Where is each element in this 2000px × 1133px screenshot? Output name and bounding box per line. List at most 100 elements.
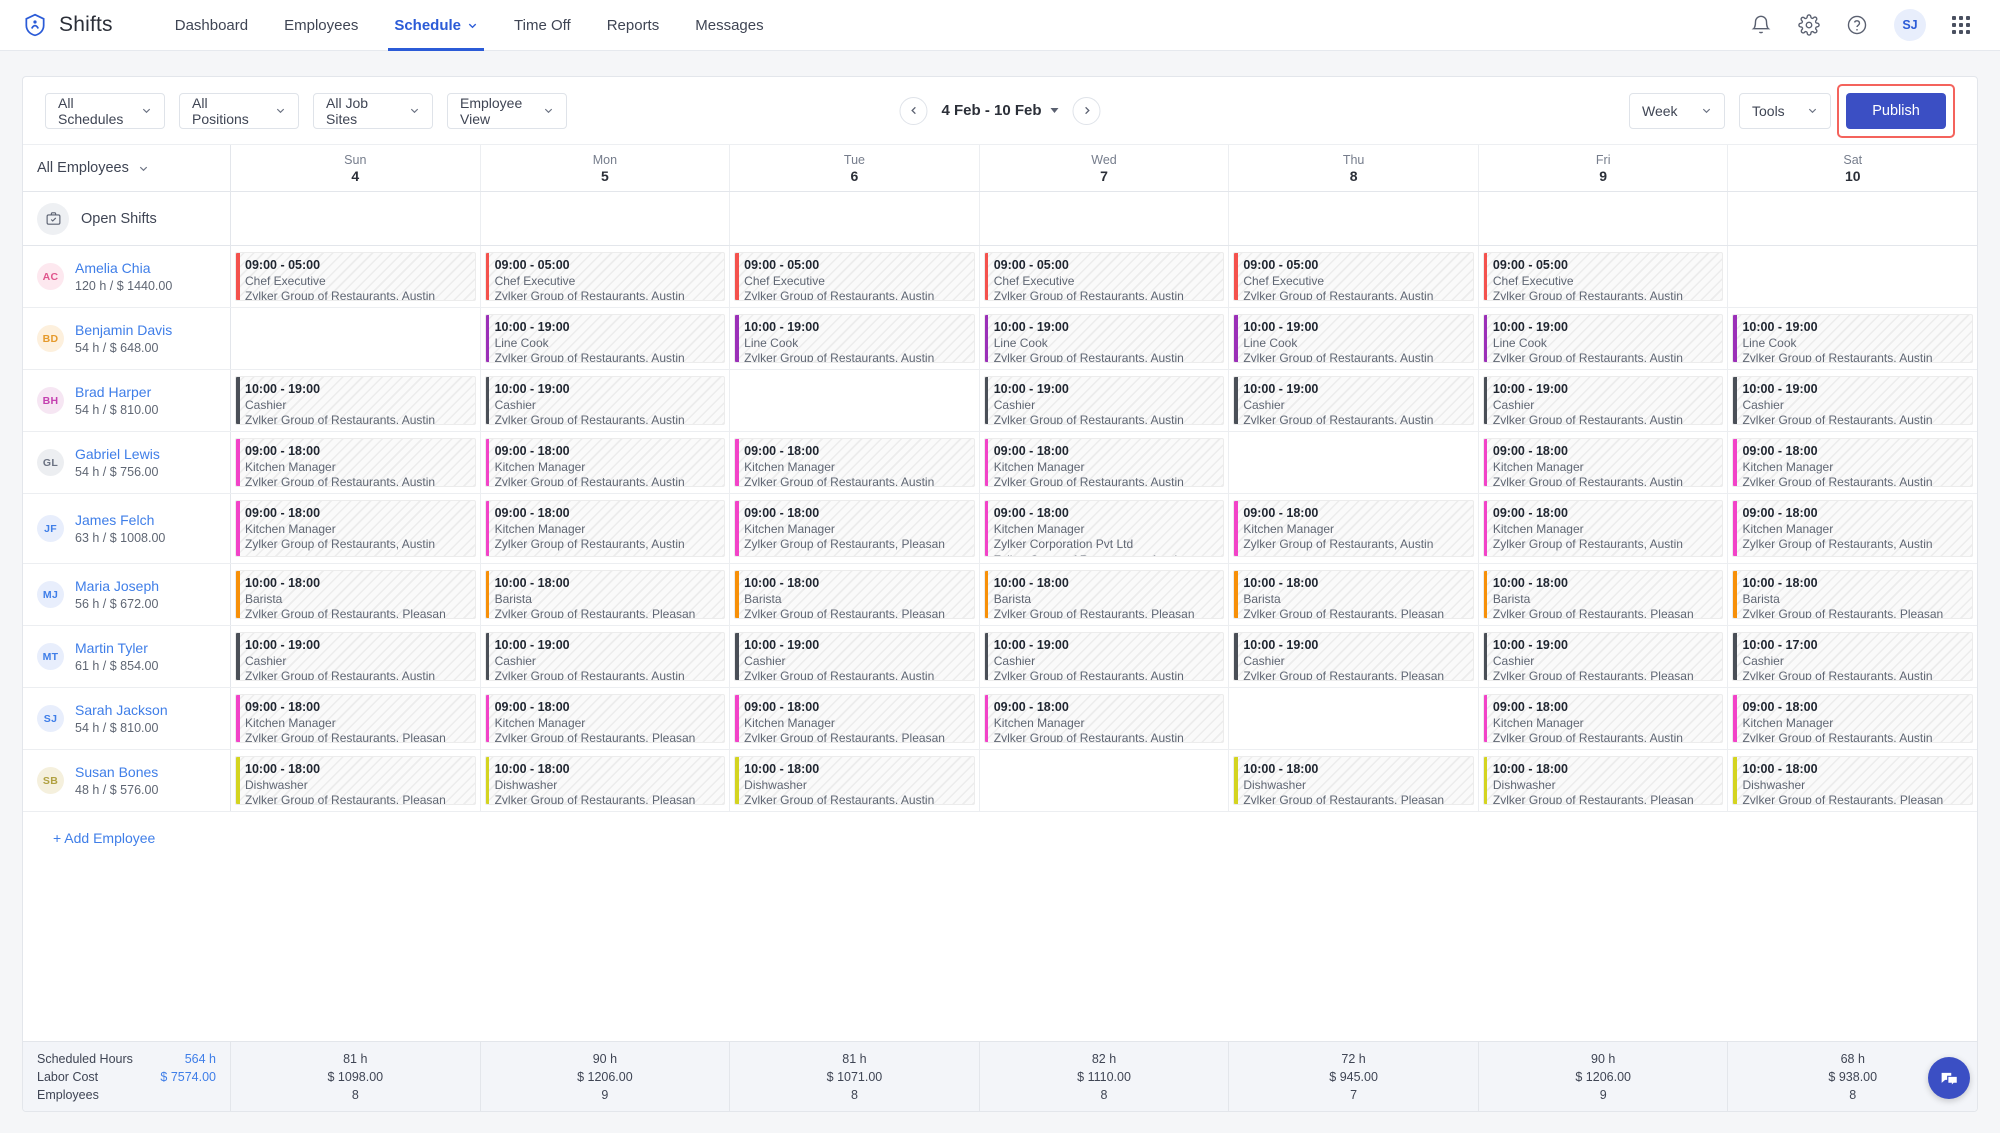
shift-card[interactable]: 10:00 - 18:00BaristaZylker Group of Rest… [1732,570,1973,619]
schedule-cell[interactable]: 09:00 - 18:00Kitchen ManagerZylker Group… [231,432,481,493]
filter-all-positions[interactable]: All Positions [179,93,299,129]
day-header-wed[interactable]: Wed7 [980,145,1230,191]
shift-card[interactable]: 10:00 - 19:00CashierZylker Group of Rest… [1483,632,1724,681]
shift-card[interactable]: 10:00 - 19:00CashierZylker Group of Rest… [485,376,726,425]
open-shift-cell-mon[interactable] [481,192,731,245]
publish-button[interactable]: Publish [1846,93,1946,129]
shift-card[interactable]: 09:00 - 05:00Chef ExecutiveZylker Group … [235,252,476,301]
nav-item-employees[interactable]: Employees [266,0,376,51]
schedule-cell[interactable] [980,750,1230,811]
apps-grid-icon[interactable] [1952,16,1970,34]
day-header-sat[interactable]: Sat10 [1728,145,1977,191]
shift-card[interactable]: 09:00 - 18:00Kitchen ManagerZylker Group… [734,694,975,743]
shift-card[interactable]: 10:00 - 19:00Line CookZylker Group of Re… [1483,314,1724,363]
employee-name-link[interactable]: Maria Joseph [75,578,159,594]
shift-card[interactable]: 09:00 - 18:00Kitchen ManagerZylker Group… [1732,694,1973,743]
schedule-cell[interactable]: 10:00 - 18:00DishwasherZylker Group of R… [1229,750,1479,811]
schedule-cell[interactable]: 10:00 - 17:00CashierZylker Group of Rest… [1728,626,1977,687]
chat-bubble-icon[interactable] [1928,1057,1970,1099]
view-week-selector[interactable]: Week [1629,93,1725,129]
schedule-cell[interactable]: 09:00 - 18:00Kitchen ManagerZylker Group… [1728,494,1977,563]
employee-name-link[interactable]: Benjamin Davis [75,322,172,338]
schedule-cell[interactable]: 10:00 - 19:00CashierZylker Group of Rest… [231,626,481,687]
shift-card[interactable]: 09:00 - 18:00Kitchen ManagerZylker Group… [984,438,1225,487]
filter-all-schedules[interactable]: All Schedules [45,93,165,129]
shift-card[interactable]: 10:00 - 17:00CashierZylker Group of Rest… [1732,632,1973,681]
shift-card[interactable]: 09:00 - 18:00Kitchen ManagerZylker Group… [485,694,726,743]
schedule-cell[interactable]: 10:00 - 18:00DishwasherZylker Group of R… [1728,750,1977,811]
day-header-fri[interactable]: Fri9 [1479,145,1729,191]
schedule-cell[interactable]: 10:00 - 19:00CashierZylker Group of Rest… [730,626,980,687]
employee-name-link[interactable]: Brad Harper [75,384,158,400]
shift-card[interactable]: 10:00 - 19:00CashierZylker Group of Rest… [1483,376,1724,425]
day-header-thu[interactable]: Thu8 [1229,145,1479,191]
schedule-cell[interactable]: 10:00 - 18:00BaristaZylker Group of Rest… [1479,564,1729,625]
schedule-cell[interactable]: 09:00 - 18:00Kitchen ManagerZylker Group… [481,494,731,563]
nav-item-time-off[interactable]: Time Off [496,0,589,51]
shift-card[interactable]: 09:00 - 18:00Kitchen ManagerZylker Group… [1483,694,1724,743]
nav-item-messages[interactable]: Messages [677,0,781,51]
shift-card[interactable]: 09:00 - 18:00Kitchen ManagerZylker Group… [485,438,726,487]
schedule-cell[interactable]: 10:00 - 18:00DishwasherZylker Group of R… [231,750,481,811]
schedule-cell[interactable]: 10:00 - 18:00DishwasherZylker Group of R… [730,750,980,811]
schedule-cell[interactable]: 09:00 - 18:00Kitchen ManagerZylker Group… [481,432,731,493]
shift-card[interactable]: 09:00 - 18:00Kitchen ManagerZylker Group… [485,500,726,557]
employee-name-link[interactable]: Amelia Chia [75,260,172,276]
shift-card[interactable]: 10:00 - 19:00Line CookZylker Group of Re… [485,314,726,363]
gear-icon[interactable] [1798,14,1820,36]
schedule-cell[interactable] [231,308,481,369]
shift-card[interactable]: 10:00 - 18:00BaristaZylker Group of Rest… [984,570,1225,619]
nav-item-schedule[interactable]: Schedule [376,0,496,51]
shift-card[interactable]: 09:00 - 18:00Kitchen ManagerZylker Group… [734,500,975,557]
schedule-cell[interactable]: 09:00 - 18:00Kitchen ManagerZylker Group… [980,432,1230,493]
schedule-cell[interactable]: 10:00 - 19:00Line CookZylker Group of Re… [1229,308,1479,369]
day-header-sun[interactable]: Sun4 [231,145,481,191]
filter-all-job-sites[interactable]: All Job Sites [313,93,433,129]
schedule-cell[interactable]: 10:00 - 18:00BaristaZylker Group of Rest… [730,564,980,625]
schedule-cell[interactable]: 09:00 - 05:00Chef ExecutiveZylker Group … [481,246,731,307]
shift-card[interactable]: 09:00 - 05:00Chef ExecutiveZylker Group … [734,252,975,301]
employee-name-link[interactable]: Susan Bones [75,764,158,780]
shift-card[interactable]: 10:00 - 19:00CashierZylker Group of Rest… [235,632,476,681]
employee-name-link[interactable]: James Felch [75,512,165,528]
shift-card[interactable]: 09:00 - 18:00Kitchen ManagerZylker Group… [734,438,975,487]
shift-card[interactable]: 09:00 - 18:00Kitchen ManagerZylker Group… [1732,438,1973,487]
schedule-cell[interactable]: 09:00 - 05:00Chef ExecutiveZylker Group … [1229,246,1479,307]
open-shift-cell-tue[interactable] [730,192,980,245]
tools-menu[interactable]: Tools [1739,93,1831,129]
shift-card[interactable]: 09:00 - 18:00Kitchen ManagerZylker Group… [1233,500,1474,557]
schedule-cell[interactable]: 10:00 - 19:00CashierZylker Group of Rest… [1229,370,1479,431]
shift-card[interactable]: 10:00 - 18:00DishwasherZylker Group of R… [1483,756,1724,805]
schedule-cell[interactable]: 09:00 - 18:00Kitchen ManagerZylker Group… [1229,494,1479,563]
schedule-cell[interactable]: 09:00 - 18:00Kitchen ManagerZylker Group… [231,494,481,563]
open-shift-cell-thu[interactable] [1229,192,1479,245]
shift-card[interactable]: 09:00 - 18:00Kitchen ManagerZylker Group… [235,694,476,743]
schedule-cell[interactable]: 09:00 - 05:00Chef ExecutiveZylker Group … [1479,246,1729,307]
schedule-cell[interactable] [1229,432,1479,493]
schedule-cell[interactable]: 09:00 - 18:00Kitchen ManagerZylker Corpo… [980,494,1230,563]
shift-card[interactable]: 10:00 - 18:00DishwasherZylker Group of R… [485,756,726,805]
schedule-cell[interactable]: 10:00 - 19:00CashierZylker Group of Rest… [980,370,1230,431]
schedule-cell[interactable]: 09:00 - 18:00Kitchen ManagerZylker Group… [1728,688,1977,749]
shift-card[interactable]: 09:00 - 18:00Kitchen ManagerZylker Group… [1483,438,1724,487]
open-shift-cell-wed[interactable] [980,192,1230,245]
schedule-cell[interactable]: 10:00 - 19:00CashierZylker Group of Rest… [980,626,1230,687]
date-range-selector[interactable]: 4 Feb - 10 Feb [941,102,1058,119]
shift-card[interactable]: 09:00 - 18:00Kitchen ManagerZylker Group… [1732,500,1973,557]
shift-card[interactable]: 10:00 - 19:00CashierZylker Group of Rest… [734,632,975,681]
schedule-cell[interactable]: 09:00 - 18:00Kitchen ManagerZylker Group… [1479,432,1729,493]
schedule-cell[interactable]: 09:00 - 18:00Kitchen ManagerZylker Group… [1479,494,1729,563]
shift-card[interactable]: 10:00 - 19:00Line CookZylker Group of Re… [734,314,975,363]
shift-card[interactable]: 10:00 - 18:00DishwasherZylker Group of R… [734,756,975,805]
shift-card[interactable]: 10:00 - 18:00BaristaZylker Group of Rest… [485,570,726,619]
schedule-cell[interactable]: 09:00 - 05:00Chef ExecutiveZylker Group … [231,246,481,307]
shift-card[interactable]: 10:00 - 19:00CashierZylker Group of Rest… [485,632,726,681]
shift-card[interactable]: 10:00 - 18:00BaristaZylker Group of Rest… [235,570,476,619]
schedule-cell[interactable]: 10:00 - 19:00CashierZylker Group of Rest… [1479,626,1729,687]
schedule-cell[interactable]: 10:00 - 19:00CashierZylker Group of Rest… [1479,370,1729,431]
shift-card[interactable]: 10:00 - 18:00DishwasherZylker Group of R… [235,756,476,805]
schedule-cell[interactable]: 09:00 - 18:00Kitchen ManagerZylker Group… [1728,432,1977,493]
shift-card[interactable]: 09:00 - 05:00Chef ExecutiveZylker Group … [485,252,726,301]
schedule-cell[interactable]: 09:00 - 18:00Kitchen ManagerZylker Group… [1479,688,1729,749]
schedule-cell[interactable]: 10:00 - 19:00CashierZylker Group of Rest… [1229,626,1479,687]
